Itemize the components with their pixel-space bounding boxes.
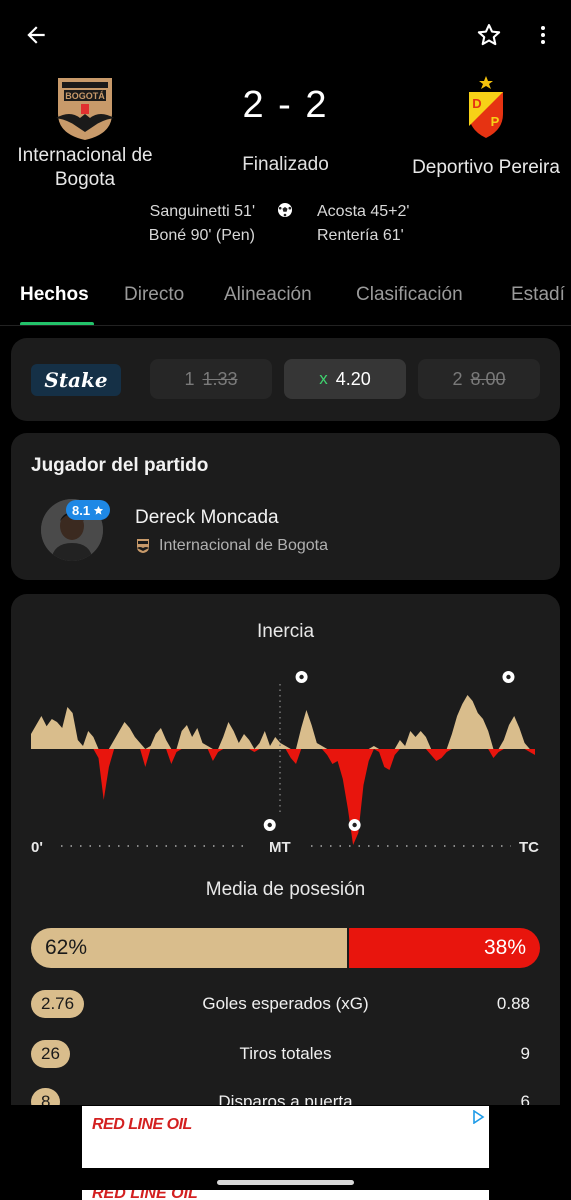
top-bar [0,0,571,70]
favorite-button[interactable] [467,13,511,57]
momentum-start-label: 0' [31,839,43,856]
stat-row: 26 Tiros totales 9 [31,1040,540,1068]
player-of-match-card[interactable]: Jugador del partido 8.1 Dereck Moncada I… [11,433,560,580]
home-scorer: Boné 90' (Pen) [148,227,255,244]
more-vertical-icon [541,26,545,44]
odds-home-button[interactable]: 1 1.33 [150,359,272,399]
arrow-left-icon [27,26,45,44]
possession-away: 38% [348,928,540,968]
momentum-home-area [31,695,535,749]
odds-draw-button[interactable]: x 4.20 [284,359,406,399]
player-rating-badge: 8.1 [66,500,111,520]
stat-label: Goles esperados (xG) [202,994,369,1013]
player-rating: 8.1 [72,502,91,518]
bookmaker-name: Stake [44,368,108,392]
odds-away-label: 2 [452,368,463,389]
match-header: BOGOTÁ Internacional de Bogota 2 - 2 Fin… [0,70,571,260]
momentum-end-label: TC [519,839,539,856]
away-team[interactable]: D P Deportivo Pereira [391,70,571,180]
momentum-chart [31,671,535,847]
tab-estadisticas[interactable]: Estadí [511,284,565,306]
momentum-half-label: MT [269,839,291,856]
momentum-away-area [31,749,535,845]
gesture-nav-handle[interactable] [217,1180,354,1185]
away-goal-marker [348,819,361,831]
stats-card: Inercia 0' MT TC Media de posesión 62% 3… [11,594,560,1154]
soccer-ball-icon [278,203,292,217]
home-goal-marker [295,671,308,683]
player-name: Dereck Moncada [135,507,279,528]
home-scorers: Sanguinetti 51' Boné 90' (Pen) [149,200,255,248]
tab-clasificacion[interactable]: Clasificación [356,284,463,306]
odds-draw-value: 4.20 [335,368,371,389]
more-options-button[interactable] [521,13,565,57]
ad-choices-icon[interactable] [471,1110,485,1124]
deportivo-pereira-crest-icon: D P [469,76,503,138]
back-button[interactable] [14,13,58,57]
star-icon [477,24,501,46]
player-team: Internacional de Bogota [135,537,328,555]
player-team-name: Internacional de Bogota [159,537,329,554]
ad-banner[interactable]: RED LINE OIL [82,1106,489,1168]
ad-text: RED LINE OIL [92,1116,192,1133]
odds-draw-label: x [319,369,328,388]
active-tab-indicator [20,322,94,325]
odds-home-label: 1 [184,368,195,389]
stat-row: 2.76 Goles esperados (xG) 0.88 [31,990,540,1018]
tab-alineacion[interactable]: Alineación [224,284,312,306]
home-scorer: Sanguinetti 51' [149,203,255,220]
away-scorers: Acosta 45+2' Rentería 61' [317,200,409,248]
odds-home-value: 1.33 [202,368,238,389]
away-goal-marker [263,819,276,831]
svg-text:D: D [472,96,481,111]
star-icon [93,505,104,515]
possession-title: Media de posesión [205,879,366,900]
odds-card: Stake 1 1.33 x 4.20 2 8.00 [11,338,560,421]
stat-away-value: 0.88 [496,994,530,1013]
away-scorer: Acosta 45+2' [317,203,410,220]
possession-home: 62% [31,928,347,968]
tab-directo[interactable]: Directo [124,284,184,306]
ad-text: RED LINE OIL [92,1190,198,1200]
away-team-name: Deportivo Pereira [412,157,560,178]
stat-away-value: 9 [520,1044,530,1063]
player-of-match-title: Jugador del partido [31,455,209,476]
team-crest-icon [137,539,149,553]
stat-label: Tiros totales [239,1044,332,1063]
odds-away-button[interactable]: 2 8.00 [418,359,540,399]
tab-hechos[interactable]: Hechos [20,284,89,306]
ad-banner-secondary[interactable]: RED LINE OIL [82,1190,489,1200]
tab-bar: Hechos Directo Alineación Clasificación … [0,270,571,326]
bookmaker-logo[interactable]: Stake [31,364,121,396]
possession-bar: 62% 38% [31,928,540,968]
away-scorer: Rentería 61' [317,227,404,244]
odds-away-value: 8.00 [470,368,506,389]
momentum-title: Inercia [256,621,315,642]
home-goal-marker [502,671,515,683]
svg-text:P: P [491,114,500,129]
